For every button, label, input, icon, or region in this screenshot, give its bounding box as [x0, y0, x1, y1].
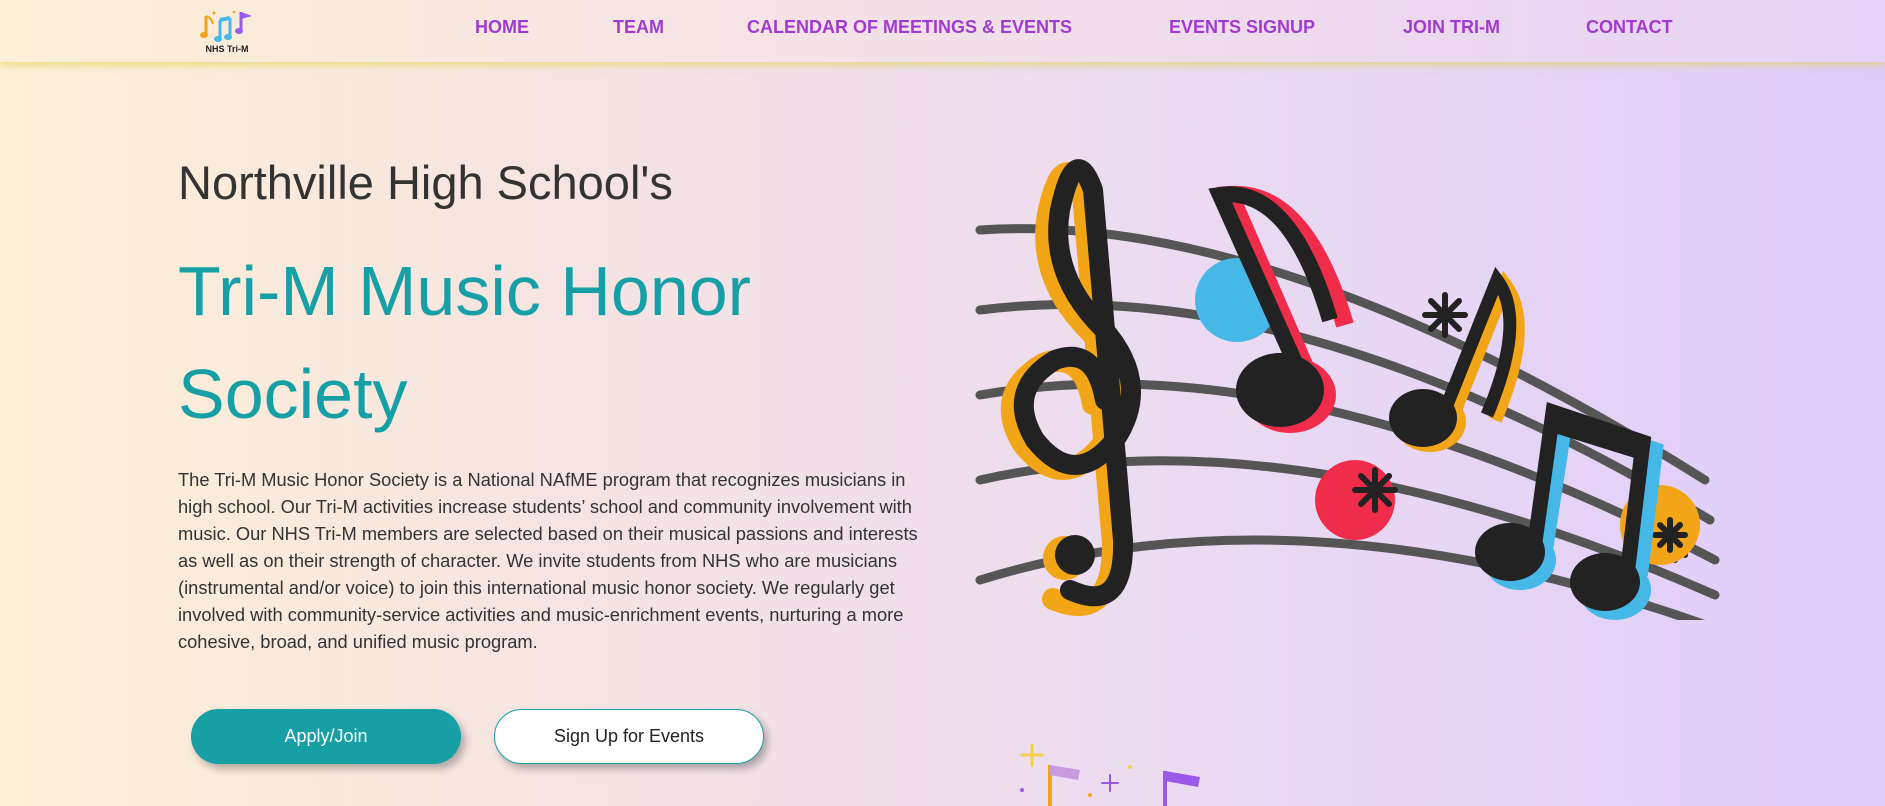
- nav-link-calendar[interactable]: CALENDAR OF MEETINGS & EVENTS: [747, 17, 1072, 38]
- music-notes-logo-icon: [200, 10, 252, 42]
- music-notes-decoration: [1020, 743, 1200, 806]
- hero-description: The Tri-M Music Honor Society is a Natio…: [178, 469, 918, 652]
- nav-link-contact[interactable]: CONTACT: [1586, 17, 1673, 38]
- sign-up-events-button[interactable]: Sign Up for Events: [494, 709, 764, 764]
- hero-title: Tri-M Music Honor Society: [178, 252, 751, 433]
- nav-link-home[interactable]: HOME: [475, 17, 529, 38]
- nav-link-events-signup[interactable]: EVENTS SIGNUP: [1169, 17, 1315, 38]
- nav-link-team[interactable]: TEAM: [613, 17, 664, 38]
- apply-join-button[interactable]: Apply/Join: [191, 709, 461, 764]
- music-notes-illustration: [975, 159, 1720, 620]
- nav-link-join[interactable]: JOIN TRI-M: [1403, 17, 1500, 38]
- hero-subtitle: Northville High School's: [178, 156, 673, 209]
- site-logo[interactable]: NHS Tri-M: [200, 8, 254, 56]
- logo-text: NHS Tri-M: [205, 44, 249, 54]
- top-navbar: NHS Tri-M HOME TEAM CALENDAR OF MEETINGS…: [0, 0, 1885, 62]
